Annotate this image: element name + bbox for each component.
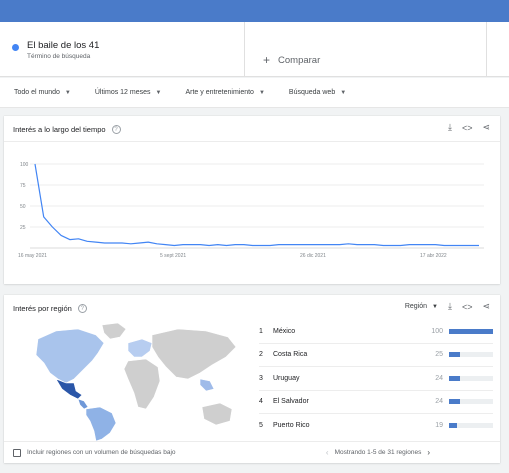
region-bar-fill xyxy=(449,399,460,405)
map-asia[interactable] xyxy=(151,328,237,380)
map-australia[interactable] xyxy=(201,402,233,426)
compare-button[interactable]: + Comparar xyxy=(245,22,487,76)
region-bar-track xyxy=(449,375,493,381)
region-bar-track xyxy=(449,328,493,334)
region-bar-fill xyxy=(449,352,460,358)
region-value: 100 xyxy=(431,327,443,335)
map-mexico[interactable] xyxy=(55,378,83,400)
chart-y-tick-label: 50 xyxy=(20,204,26,210)
region-bar-fill xyxy=(449,375,460,381)
filter-category[interactable]: Arte y entretenimiento ▼ xyxy=(185,89,264,96)
filter-category-label: Arte y entretenimiento xyxy=(185,89,254,96)
plus-icon: + xyxy=(263,53,271,67)
region-pager: ‹ Mostrando 1-5 de 31 regiones › xyxy=(326,448,430,457)
interest-by-region-title: Interés por región ? xyxy=(13,304,87,313)
map-central-america[interactable] xyxy=(77,398,89,410)
chart-y-tick-label: 75 xyxy=(20,183,26,189)
map-south-america[interactable] xyxy=(85,406,117,441)
region-name[interactable]: Costa Rica xyxy=(273,351,407,358)
caret-down-icon: ▼ xyxy=(432,303,438,310)
interest-line-chart: 100 75 50 25 16 may 2021 5 sept 2021 26 dic 20… xyxy=(18,162,484,259)
region-bar-track xyxy=(449,352,493,358)
low-volume-checkbox[interactable] xyxy=(13,448,21,457)
search-term-card[interactable]: El baile de los 41 Término de búsqueda xyxy=(0,22,245,76)
region-row[interactable]: 3 Uruguay 24 xyxy=(259,367,493,391)
term-color-dot xyxy=(12,44,19,51)
interest-by-region-card: Interés por región ? Región ▼ ⤓ <> ⋖ 1 M… xyxy=(4,295,500,463)
map-north-america[interactable] xyxy=(35,328,105,384)
region-rank: 2 xyxy=(259,351,263,359)
interest-by-region-title-text: Interés por región xyxy=(13,304,72,313)
region-row[interactable]: 4 El Salvador 24 xyxy=(259,391,493,414)
filter-search-type-label: Búsqueda web xyxy=(288,89,336,96)
region-rank: 4 xyxy=(259,398,263,406)
search-term-name[interactable]: El baile de los 41 xyxy=(27,40,99,51)
interest-by-region-actions: Región ▼ ⤓ <> ⋖ xyxy=(405,301,490,312)
map-greenland[interactable] xyxy=(101,322,127,340)
map-southeast-asia[interactable] xyxy=(199,378,215,392)
search-term-row: El baile de los 41 Término de búsqueda +… xyxy=(0,22,509,77)
region-name[interactable]: Puerto Rico xyxy=(273,422,407,429)
filter-location-label: Todo el mundo xyxy=(14,89,60,96)
region-row[interactable]: 2 Costa Rica 25 xyxy=(259,344,493,367)
region-value: 19 xyxy=(435,422,443,430)
region-value: 24 xyxy=(435,374,443,382)
pager-label: Mostrando 1-5 de 31 regiones xyxy=(334,449,422,456)
caret-down-icon: ▼ xyxy=(155,89,162,96)
pager-prev-icon[interactable]: ‹ xyxy=(326,448,329,457)
help-icon[interactable]: ? xyxy=(77,304,87,313)
region-row[interactable]: 5 Puerto Rico 19 xyxy=(259,414,493,438)
region-rank: 3 xyxy=(259,374,263,382)
pager-next-icon[interactable]: › xyxy=(427,448,430,457)
region-level-select[interactable]: Región ▼ xyxy=(405,303,438,310)
world-map[interactable] xyxy=(16,321,246,441)
chart-y-tick-label: 25 xyxy=(20,225,26,231)
region-value: 25 xyxy=(435,351,443,359)
region-bar-track xyxy=(449,423,493,429)
region-name[interactable]: Uruguay xyxy=(273,375,407,382)
share-icon[interactable]: ⋖ xyxy=(482,301,490,312)
region-rank: 5 xyxy=(259,422,263,430)
region-name[interactable]: El Salvador xyxy=(273,398,407,405)
caret-down-icon: ▼ xyxy=(64,89,71,96)
embed-icon[interactable]: <> xyxy=(462,302,473,312)
search-term-subtitle: Término de búsqueda xyxy=(27,53,91,60)
chart-x-tick-label: 17 abr 2022 xyxy=(420,253,447,259)
region-name[interactable]: México xyxy=(273,328,407,335)
download-icon[interactable]: ⤓ xyxy=(448,301,452,312)
filter-search-type[interactable]: Búsqueda web ▼ xyxy=(289,89,346,96)
chart-x-tick-label: 5 sept 2021 xyxy=(160,253,186,259)
map-europe[interactable] xyxy=(127,338,153,358)
filter-bar: Todo el mundo ▼ Últimos 12 meses ▼ Arte y … xyxy=(0,78,509,108)
low-volume-checkbox-label[interactable]: Incluir regiones con un volumen de búsqu… xyxy=(27,449,176,456)
region-bar-fill xyxy=(449,328,493,334)
region-bar-track xyxy=(449,399,493,405)
chart-x-tick-label: 26 dic 2021 xyxy=(300,253,326,259)
filter-time-range-label: Últimos 12 meses xyxy=(94,89,151,96)
region-bar-fill xyxy=(449,423,458,429)
interest-over-time-card: Interés a lo largo del tiempo ? ⤓ <> ⋖ 1… xyxy=(4,116,500,284)
caret-down-icon: ▼ xyxy=(340,89,347,96)
filter-time-range[interactable]: Últimos 12 meses ▼ xyxy=(95,89,162,96)
region-ranking-list: 1 México 100 2 Costa Rica 25 3 Uruguay 2… xyxy=(259,320,493,438)
region-card-footer: Incluir regiones con un volumen de búsqu… xyxy=(4,441,500,463)
region-row[interactable]: 1 México 100 xyxy=(259,320,493,344)
filter-location[interactable]: Todo el mundo ▼ xyxy=(14,89,71,96)
region-rank: 1 xyxy=(259,327,263,335)
chart-series-line xyxy=(34,163,479,247)
compare-label: Comparar xyxy=(278,54,321,66)
chart-y-tick-label: 100 xyxy=(20,162,29,168)
top-bar xyxy=(0,0,509,22)
chart-x-tick-label: 16 may 2021 xyxy=(18,253,47,259)
region-value: 24 xyxy=(435,398,443,406)
map-africa[interactable] xyxy=(123,358,161,410)
region-level-label: Región xyxy=(404,303,427,310)
caret-down-icon: ▼ xyxy=(258,89,265,96)
